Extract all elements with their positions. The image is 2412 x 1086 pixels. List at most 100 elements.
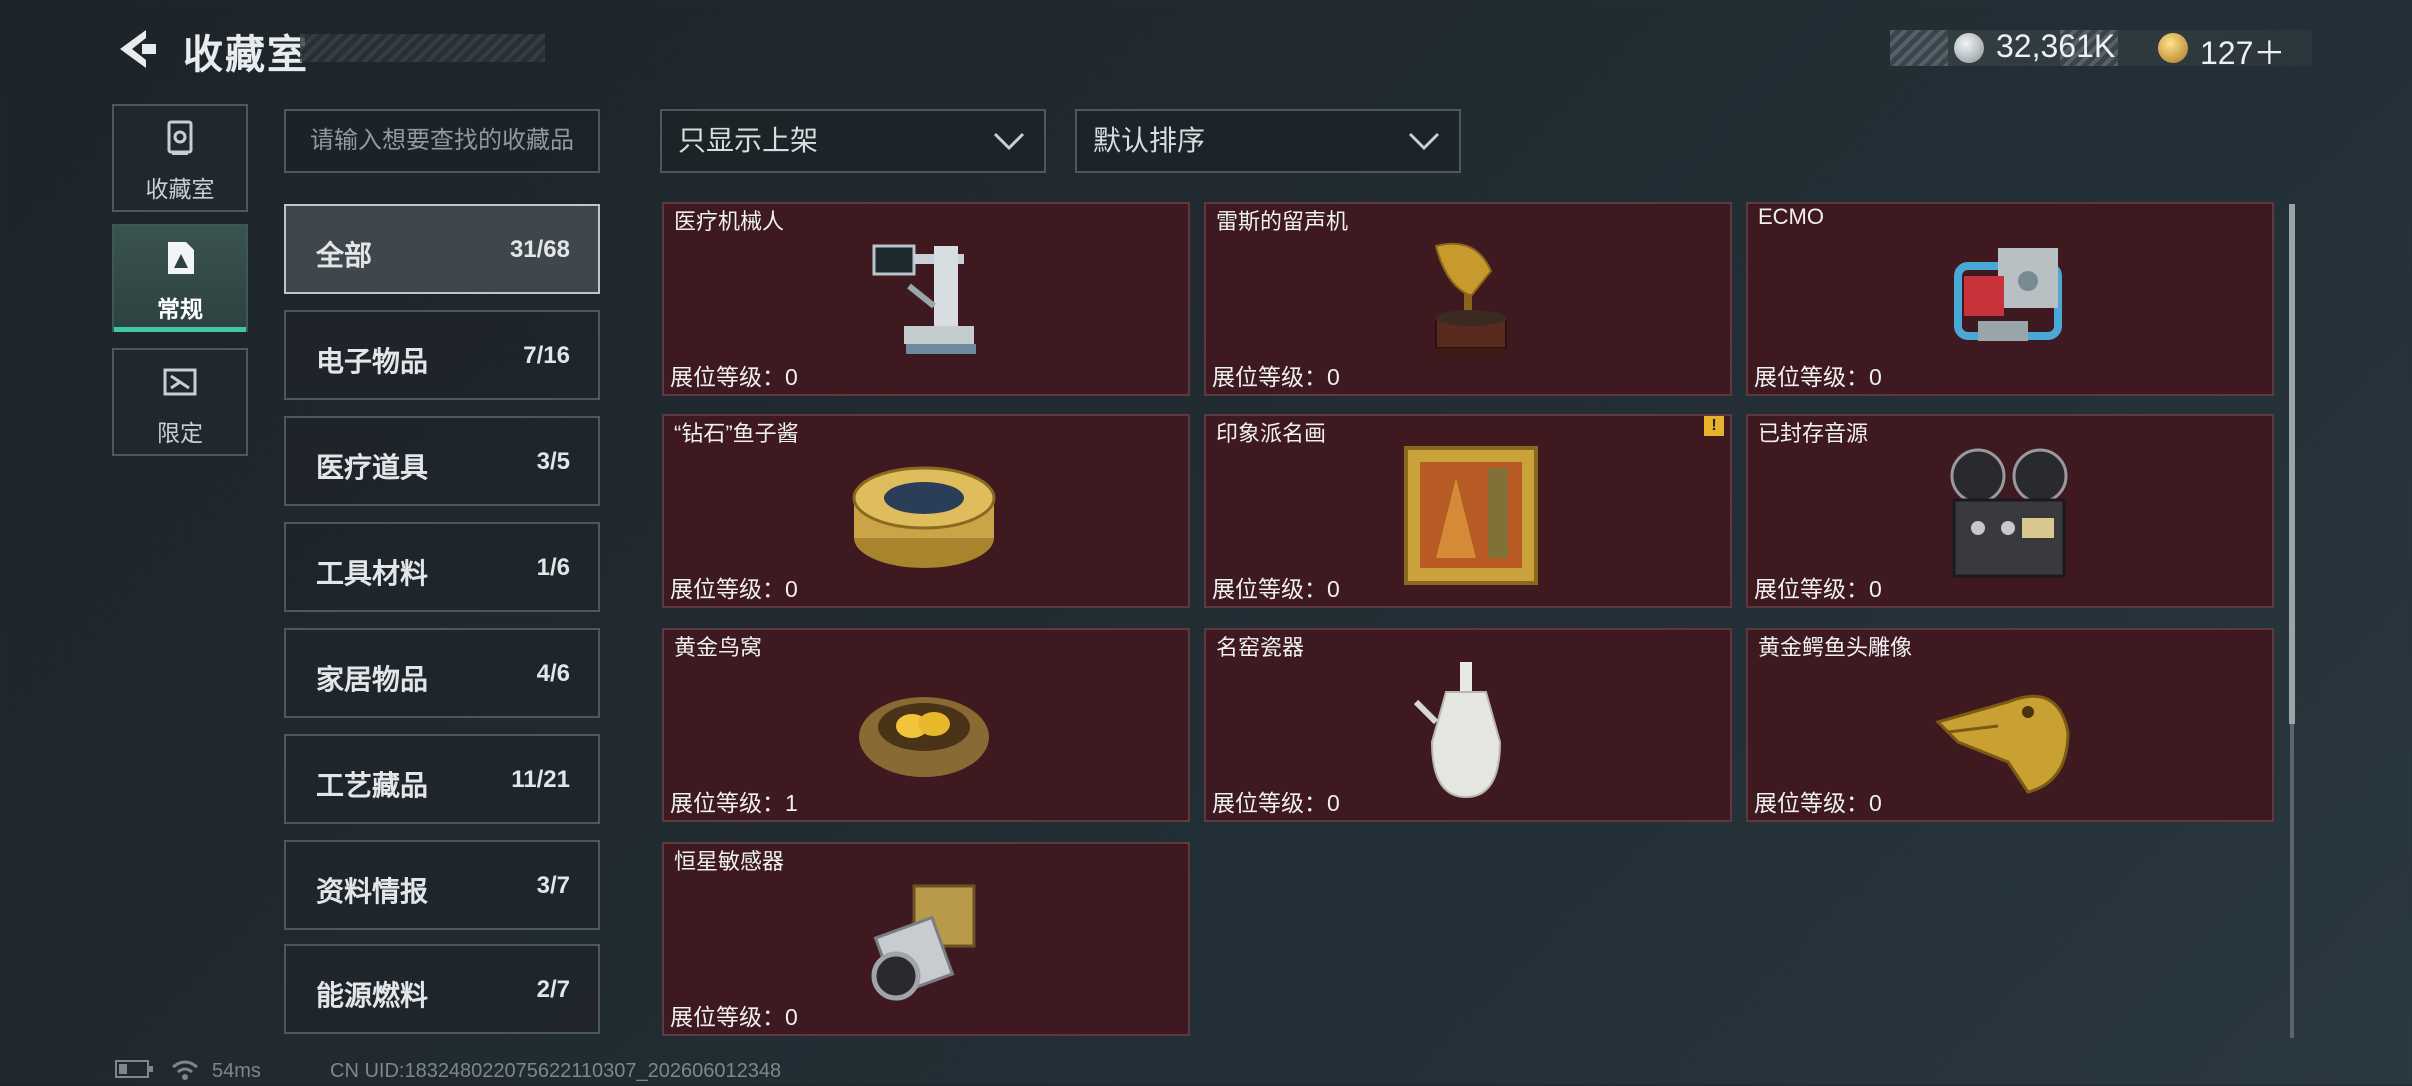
level-value: 0 [1327, 364, 1340, 390]
item-level: 展位等级：0 [1212, 570, 1340, 604]
level-value: 0 [1327, 790, 1340, 816]
wifi-icon [172, 1060, 198, 1080]
chevron-down-icon [1408, 132, 1440, 151]
level-value: 0 [1869, 790, 1882, 816]
category-label: 全部 [316, 240, 373, 271]
category-all[interactable]: 全部 31/68 [284, 204, 600, 294]
item-card[interactable]: 恒星敏感器 展位等级：0 [662, 842, 1190, 1036]
category-count: 3/7 [536, 872, 570, 899]
framed-painting-icon [1404, 446, 1538, 585]
item-card[interactable]: 印象派名画 ! 展位等级：0 [1204, 414, 1732, 608]
silver-currency-value: 32,361K [1996, 28, 2116, 64]
gramophone-icon [1434, 242, 1507, 358]
item-name: 雷斯的留声机 [1216, 209, 1349, 234]
item-name: 黄金鳄鱼头雕像 [1758, 635, 1913, 660]
warning-badge: ! [1704, 416, 1724, 436]
item-name: ECMO [1758, 204, 1824, 229]
category-label: 电子物品 [316, 346, 429, 377]
level-value: 0 [1869, 364, 1882, 390]
title-decoration [300, 34, 545, 62]
scrollbar-thumb[interactable] [2289, 204, 2295, 724]
item-name: 已封存音源 [1758, 421, 1869, 446]
category-household[interactable]: 家居物品 4/6 [284, 628, 600, 718]
item-card[interactable]: 名窑瓷器 展位等级：0 [1204, 628, 1732, 822]
side-nav-limited[interactable]: 限定 [112, 348, 248, 456]
level-label: 展位等级： [1754, 364, 1869, 390]
sort-dropdown[interactable]: 默认排序 [1075, 109, 1461, 173]
gold-crocodile-icon [1935, 694, 2070, 794]
item-level: 展位等级：0 [1212, 784, 1340, 818]
item-card[interactable]: 黄金鸟窝 展位等级：1 [662, 628, 1190, 822]
porcelain-vase-icon [1413, 662, 1502, 799]
category-count: 11/21 [511, 766, 570, 793]
item-name: 黄金鸟窝 [674, 635, 763, 660]
level-label: 展位等级： [1754, 576, 1869, 602]
item-name: “钻石”鱼子酱 [674, 421, 799, 446]
back-arrow-icon [120, 30, 156, 68]
medical-robot-icon [872, 244, 976, 354]
level-label: 展位等级： [670, 576, 785, 602]
item-card[interactable]: ECMO 展位等级：0 [1746, 202, 2274, 396]
golden-nest-icon [859, 697, 989, 777]
item-card[interactable]: 已封存音源 展位等级：0 [1746, 414, 2274, 608]
item-level: 展位等级：0 [670, 358, 798, 392]
item-name: 恒星敏感器 [674, 849, 785, 874]
gold-currency-value[interactable]: 127＋ [2200, 28, 2285, 74]
item-card[interactable]: “钻石”鱼子酱 展位等级：0 [662, 414, 1190, 608]
item-card[interactable]: 雷斯的留声机 展位等级：0 [1204, 202, 1732, 396]
category-fuel[interactable]: 能源燃料 2/7 [284, 944, 600, 1034]
side-nav-label: 收藏室 [145, 176, 215, 202]
category-label: 医疗道具 [316, 452, 429, 483]
back-button[interactable] [112, 24, 162, 74]
level-value: 0 [785, 576, 798, 602]
level-label: 展位等级： [1754, 790, 1869, 816]
gold-coin-icon [2158, 33, 2188, 63]
item-level: 展位等级：0 [1754, 784, 1882, 818]
side-nav-label: 限定 [157, 420, 203, 446]
category-count: 2/7 [536, 976, 570, 1003]
level-value: 1 [785, 790, 798, 816]
level-value: 0 [785, 364, 798, 390]
category-count: 4/6 [536, 660, 570, 687]
vault-icon [167, 120, 193, 155]
item-name: 名窑瓷器 [1216, 635, 1305, 660]
category-electronics[interactable]: 电子物品 7/16 [284, 310, 600, 400]
side-nav-regular[interactable]: 常规 [112, 224, 248, 332]
item-name: 医疗机械人 [674, 209, 785, 234]
shelf-filter-dropdown[interactable]: 只显示上架 [660, 109, 1046, 173]
collection-grid: 医疗机械人 展位等级：0 雷斯的留声机 展位等级：0 ECMO 展位等级：0 “… [660, 202, 2276, 1040]
uid-text: CN UID:183248022075622110307_20260601234… [330, 1060, 782, 1082]
item-card[interactable]: 医疗机械人 展位等级：0 [662, 202, 1190, 396]
silver-coin-icon [1954, 33, 1984, 63]
caviar-tin-icon [852, 466, 996, 568]
ecmo-machine-icon [1954, 248, 2062, 341]
category-count: 31/68 [509, 236, 570, 263]
battery-icon [115, 1060, 153, 1078]
ping-value: 54ms [212, 1060, 261, 1082]
level-value: 0 [785, 1004, 798, 1030]
item-card[interactable]: 黄金鳄鱼头雕像 展位等级：0 [1746, 628, 2274, 822]
item-level: 展位等级：0 [1754, 570, 1882, 604]
star-sensor-icon [871, 884, 976, 1001]
category-intel[interactable]: 资料情报 3/7 [284, 840, 600, 930]
category-label: 工具材料 [316, 558, 429, 589]
currency-stripe [1890, 30, 1948, 66]
level-label: 展位等级： [670, 1004, 785, 1030]
search-input[interactable] [284, 109, 600, 173]
shelf-filter-value: 只显示上架 [678, 125, 819, 156]
status-bar [115, 1058, 155, 1086]
category-crafts[interactable]: 工艺藏品 11/21 [284, 734, 600, 824]
category-medical[interactable]: 医疗道具 3/5 [284, 416, 600, 506]
level-label: 展位等级： [670, 790, 785, 816]
side-nav-label: 常规 [157, 296, 203, 322]
reel-recorder-icon [1950, 448, 2068, 578]
side-nav-vault[interactable]: 收藏室 [112, 104, 248, 212]
category-count: 1/6 [536, 554, 570, 581]
category-label: 家居物品 [316, 664, 429, 695]
category-label: 资料情报 [316, 876, 429, 907]
level-label: 展位等级： [1212, 364, 1327, 390]
category-count: 7/16 [523, 342, 570, 369]
sort-value: 默认排序 [1093, 125, 1206, 156]
category-tools[interactable]: 工具材料 1/6 [284, 522, 600, 612]
item-level: 展位等级：0 [670, 998, 798, 1032]
